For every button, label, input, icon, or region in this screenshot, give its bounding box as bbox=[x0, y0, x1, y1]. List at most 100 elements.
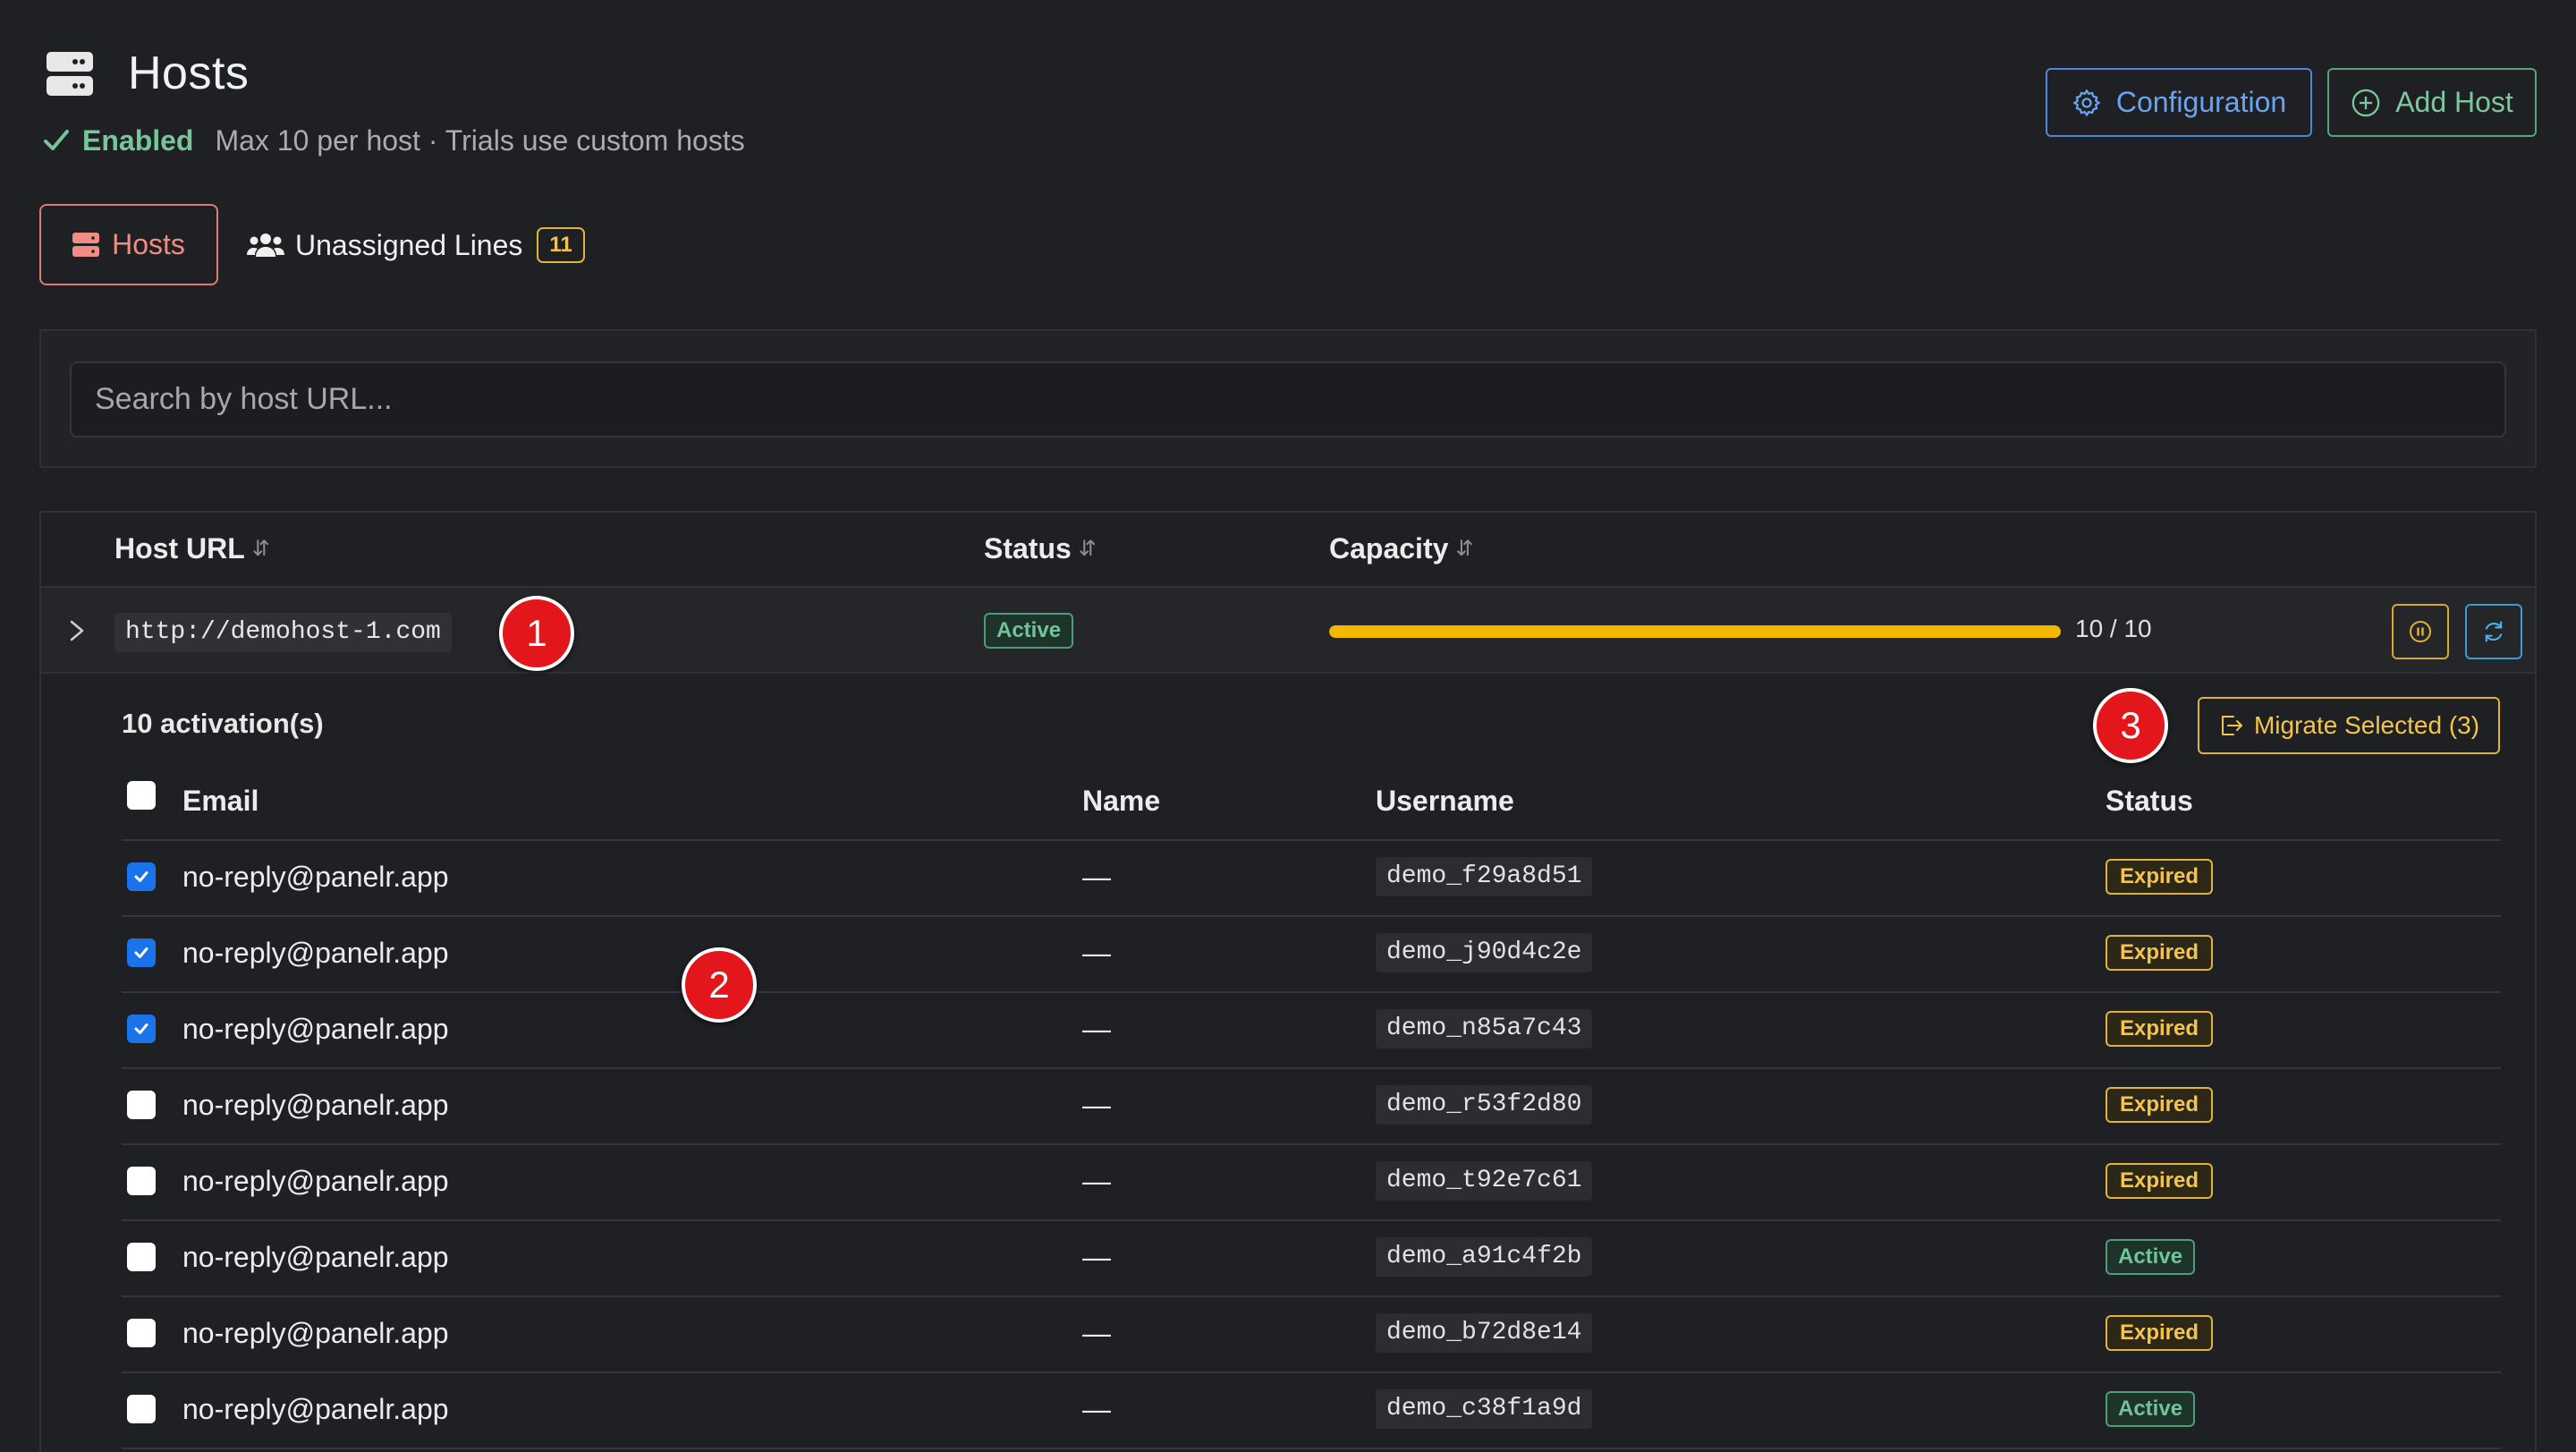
capacity-text: 10 / 10 bbox=[2075, 615, 2152, 642]
pause-host-button[interactable] bbox=[2392, 604, 2449, 659]
capacity-bar bbox=[1329, 625, 2061, 638]
plus-circle-icon bbox=[2351, 89, 2380, 116]
name-cell: — bbox=[1082, 1013, 1111, 1045]
email-cell: no-reply@panelr.app bbox=[182, 1089, 449, 1121]
activation-row: no-reply@panelr.app — demo_j90d4c2e Expired bbox=[41, 917, 2535, 993]
row-checkbox[interactable] bbox=[127, 1015, 156, 1043]
column-status-label: Status bbox=[984, 532, 1072, 565]
enabled-label: Enabled bbox=[82, 123, 194, 157]
status-cell: Expired bbox=[2106, 1011, 2214, 1047]
activation-row: no-reply@panelr.app — demo_r53f2d80 Expired bbox=[41, 1069, 2535, 1145]
email-cell: no-reply@panelr.app bbox=[182, 1241, 449, 1273]
row-checkbox[interactable] bbox=[127, 1319, 156, 1347]
server-icon bbox=[72, 232, 100, 257]
server-icon bbox=[47, 52, 93, 97]
status-badge: Expired bbox=[2106, 1315, 2214, 1351]
tab-unassigned-lines[interactable]: Unassigned Lines 11 bbox=[247, 218, 585, 272]
column-header-name: Name bbox=[1082, 785, 1161, 817]
column-host-url-label: Host URL bbox=[114, 532, 245, 565]
host-status-summary: Enabled Max 10 per host · Trials use cus… bbox=[41, 123, 745, 158]
configuration-label: Configuration bbox=[2115, 86, 2287, 118]
select-all-checkbox[interactable] bbox=[127, 781, 156, 810]
name-cell: — bbox=[1082, 1165, 1111, 1197]
add-host-button[interactable]: Add Host bbox=[2327, 68, 2537, 137]
column-capacity-label: Capacity bbox=[1329, 532, 1449, 565]
email-cell: no-reply@panelr.app bbox=[182, 1165, 449, 1197]
status-cell: Expired bbox=[2106, 1087, 2214, 1123]
username-cell: demo_n85a7c43 bbox=[1376, 1009, 1593, 1049]
status-cell: Expired bbox=[2106, 859, 2214, 895]
username-cell: demo_t92e7c61 bbox=[1376, 1161, 1593, 1201]
refresh-icon bbox=[2485, 621, 2503, 642]
chevron-right-icon[interactable] bbox=[61, 615, 93, 647]
username-cell: demo_c38f1a9d bbox=[1376, 1389, 1593, 1429]
tab-hosts[interactable]: Hosts bbox=[39, 204, 218, 285]
host-limits-text: Max 10 per host · Trials use custom host… bbox=[215, 123, 745, 157]
status-badge: Expired bbox=[2106, 859, 2214, 895]
column-header-email: Email bbox=[182, 785, 259, 817]
hosts-table: Host URL ⇵ Status ⇵ Capacity ⇵ http://de… bbox=[39, 511, 2537, 1452]
checkmark-icon bbox=[134, 947, 148, 958]
tab-hosts-label: Hosts bbox=[112, 228, 185, 260]
activation-count: 10 activation(s) bbox=[122, 708, 324, 739]
migrate-selected-button[interactable]: Migrate Selected (3) bbox=[2198, 697, 2500, 754]
annotation-marker-1: 1 bbox=[499, 596, 574, 671]
status-badge: Expired bbox=[2106, 1011, 2214, 1047]
email-cell: no-reply@panelr.app bbox=[182, 1013, 449, 1045]
username-cell: demo_b72d8e14 bbox=[1376, 1313, 1593, 1353]
name-cell: — bbox=[1082, 1089, 1111, 1121]
status-badge: Active bbox=[2106, 1391, 2196, 1427]
migrate-selected-label: Migrate Selected (3) bbox=[2253, 711, 2480, 739]
activation-row: no-reply@panelr.app — demo_n85a7c43 Expired bbox=[41, 993, 2535, 1069]
annotation-marker-3: 3 bbox=[2093, 688, 2168, 763]
status-badge: Active bbox=[2106, 1239, 2196, 1275]
capacity-bar-fill bbox=[1329, 625, 2061, 638]
name-cell: — bbox=[1082, 1393, 1111, 1425]
status-cell: Expired bbox=[2106, 1163, 2214, 1199]
column-header-capacity[interactable]: Capacity ⇵ bbox=[1329, 532, 1474, 565]
activation-row: no-reply@panelr.app — demo_t92e7c61 Expired bbox=[41, 1145, 2535, 1221]
name-cell: — bbox=[1082, 937, 1111, 969]
activation-row: no-reply@panelr.app — demo_b72d8e14 Expired bbox=[41, 1297, 2535, 1373]
configuration-button[interactable]: Configuration bbox=[2046, 68, 2312, 137]
unassigned-count-badge: 11 bbox=[537, 227, 585, 263]
activation-row: no-reply@panelr.app — demo_a91c4f2b Active bbox=[41, 1221, 2535, 1297]
annotation-marker-2: 2 bbox=[682, 947, 757, 1023]
name-cell: — bbox=[1082, 1241, 1111, 1273]
gear-icon bbox=[2072, 89, 2101, 116]
column-header-host-url[interactable]: Host URL ⇵ bbox=[114, 532, 270, 565]
row-checkbox[interactable] bbox=[127, 938, 156, 967]
email-cell: no-reply@panelr.app bbox=[182, 861, 449, 893]
host-row: http://demohost-1.com Active 10 / 10 bbox=[41, 588, 2535, 674]
row-checkbox[interactable] bbox=[127, 1167, 156, 1195]
checkmark-icon bbox=[44, 130, 69, 150]
row-checkbox[interactable] bbox=[127, 1395, 156, 1423]
sort-icon: ⇵ bbox=[1078, 537, 1097, 561]
status-badge: Expired bbox=[2106, 1087, 2214, 1123]
name-cell: — bbox=[1082, 861, 1111, 893]
status-badge: Expired bbox=[2106, 1163, 2214, 1199]
email-cell: no-reply@panelr.app bbox=[182, 1393, 449, 1425]
checkmark-icon bbox=[134, 1023, 148, 1034]
username-cell: demo_j90d4c2e bbox=[1376, 933, 1593, 972]
row-checkbox[interactable] bbox=[127, 862, 156, 891]
row-checkbox[interactable] bbox=[127, 1091, 156, 1119]
username-cell: demo_f29a8d51 bbox=[1376, 857, 1593, 896]
column-header-status: Status bbox=[2106, 785, 2193, 817]
pause-icon bbox=[2410, 621, 2431, 642]
search-input[interactable] bbox=[70, 361, 2506, 437]
username-cell: demo_a91c4f2b bbox=[1376, 1237, 1593, 1277]
column-header-status[interactable]: Status ⇵ bbox=[984, 532, 1097, 565]
activation-row: no-reply@panelr.app — demo_c38f1a9d Active bbox=[41, 1373, 2535, 1449]
sync-host-button[interactable] bbox=[2465, 604, 2522, 659]
add-host-label: Add Host bbox=[2395, 86, 2513, 118]
sort-icon: ⇵ bbox=[1455, 537, 1474, 561]
status-cell: Active bbox=[2106, 1391, 2196, 1427]
row-checkbox[interactable] bbox=[127, 1243, 156, 1271]
tab-unassigned-label: Unassigned Lines bbox=[295, 228, 523, 261]
checkmark-icon bbox=[134, 871, 148, 882]
export-icon bbox=[2221, 716, 2242, 735]
status-cell: Expired bbox=[2106, 1315, 2214, 1351]
host-status-badge: Active bbox=[984, 613, 1074, 649]
sort-icon: ⇵ bbox=[251, 537, 270, 561]
